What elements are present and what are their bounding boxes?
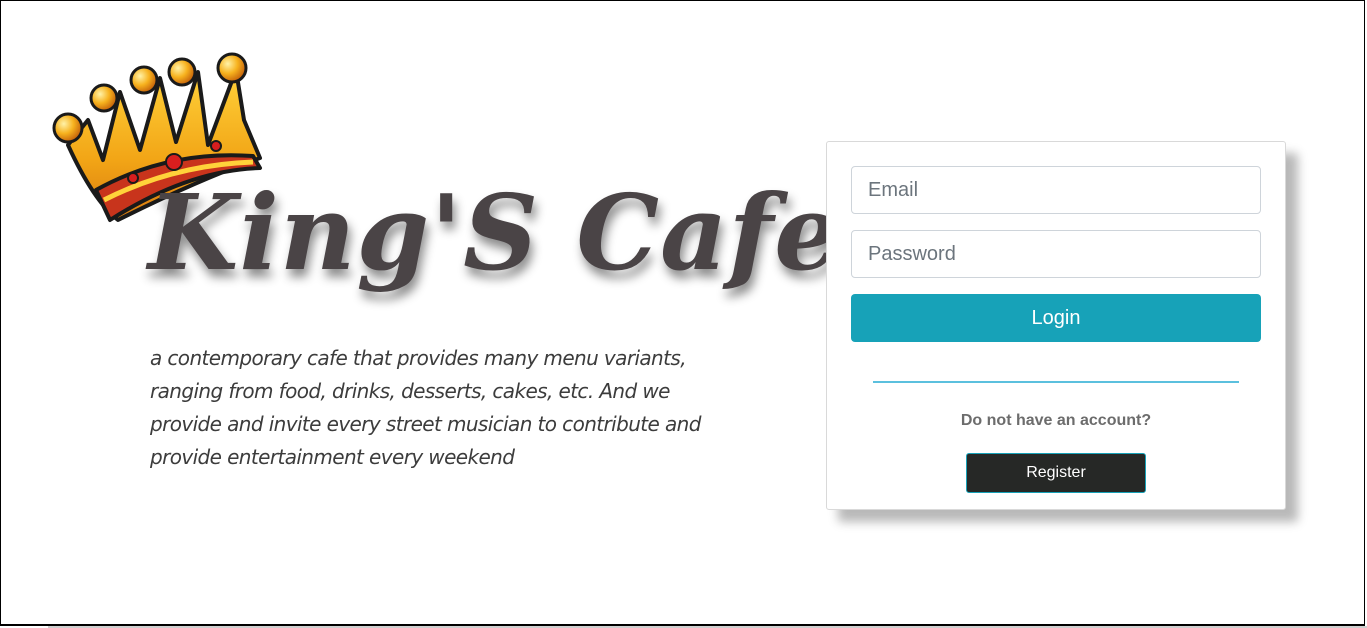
brand-title: King'S Cafe [148,171,842,294]
password-field[interactable] [851,230,1261,278]
signup-prompt: Do not have an account? [960,412,1152,429]
brand-description: a contemporary cafe that provides many m… [150,346,701,469]
login-button[interactable]: Login [851,294,1261,342]
register-button[interactable]: Register [966,453,1146,493]
divider [873,381,1239,383]
login-card: Login Do not have an account? Register [826,141,1286,510]
email-field[interactable] [851,166,1261,214]
